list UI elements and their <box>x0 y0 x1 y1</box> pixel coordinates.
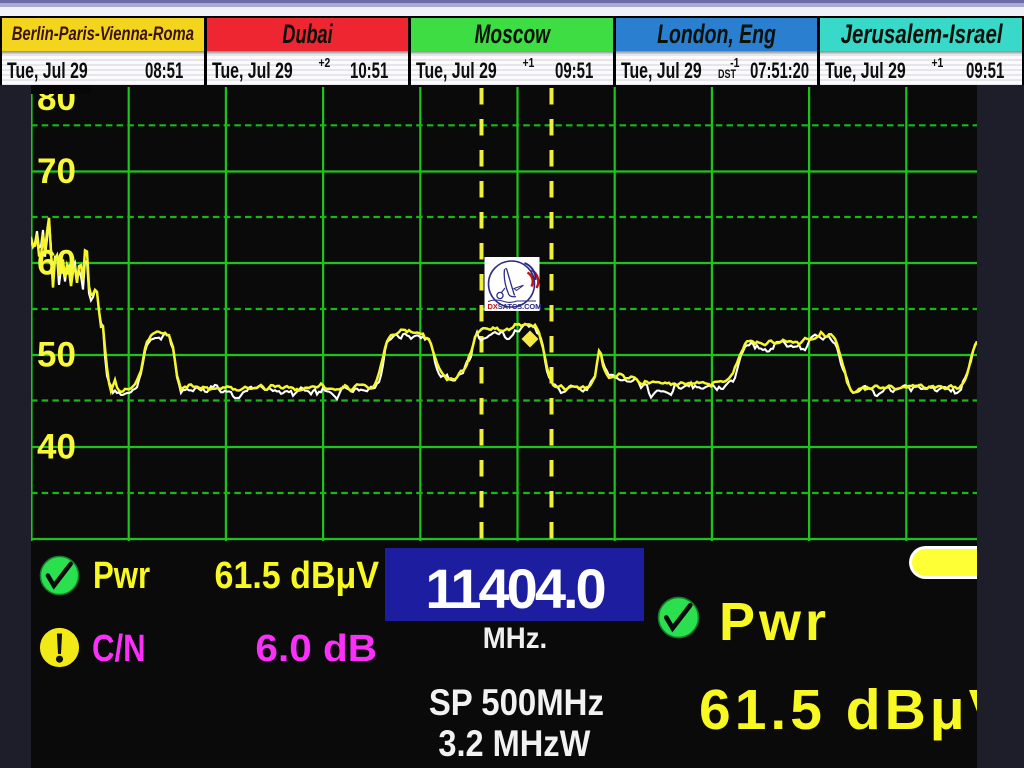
svg-text:80: 80 <box>37 79 76 118</box>
svg-text:70: 70 <box>37 152 76 191</box>
svg-text:60: 60 <box>37 244 76 283</box>
svg-text:DXSATCS.COM: DXSATCS.COM <box>488 302 542 311</box>
svg-text:50: 50 <box>37 336 76 375</box>
svg-text:40: 40 <box>37 428 76 467</box>
